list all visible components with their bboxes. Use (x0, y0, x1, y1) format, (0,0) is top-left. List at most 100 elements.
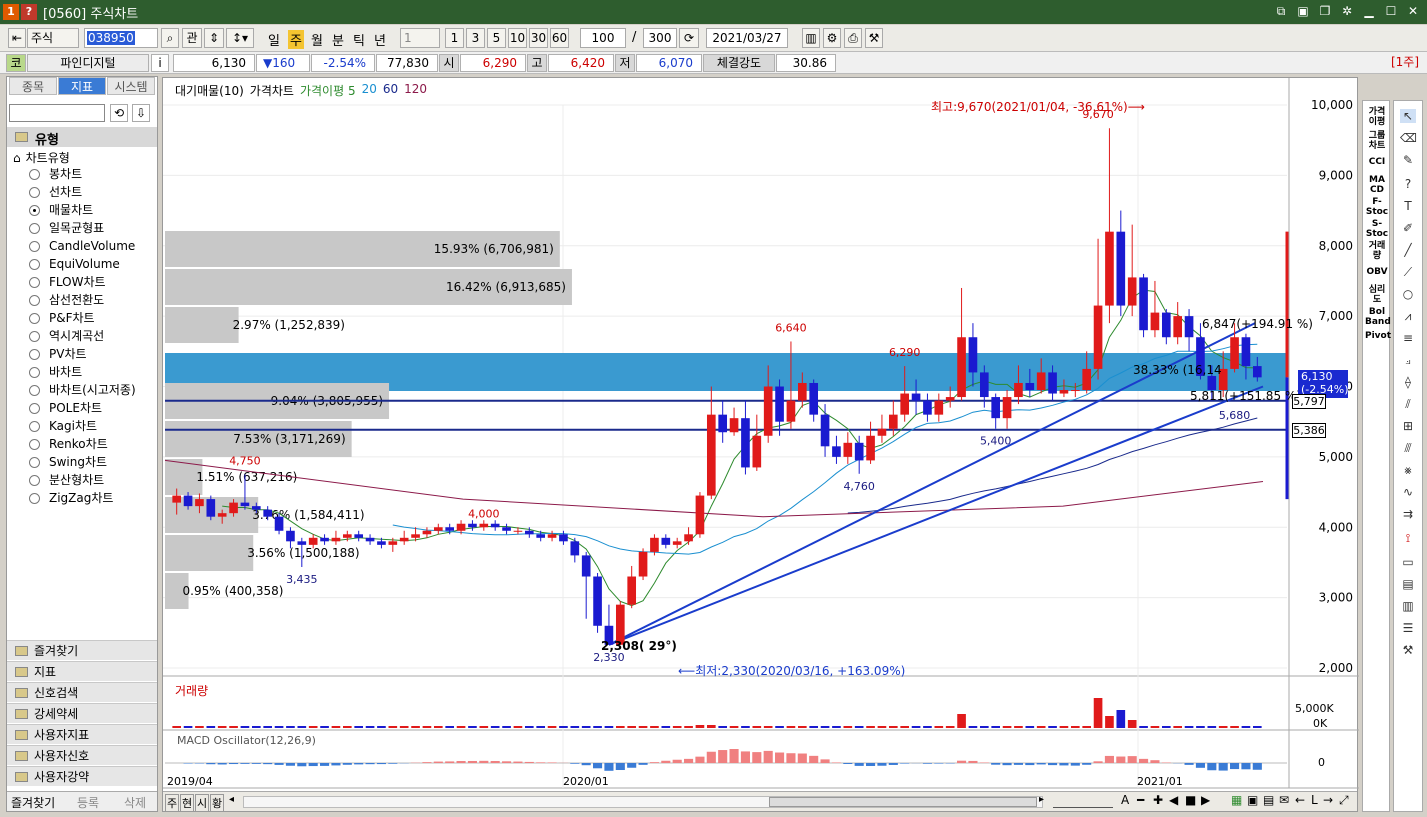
play-icon[interactable]: ▶ (1201, 793, 1210, 807)
period-minute[interactable]: 분 (332, 30, 344, 49)
radio-button[interactable] (29, 493, 40, 504)
radio-button[interactable] (29, 241, 40, 252)
print-icon[interactable]: ⎙ (844, 28, 862, 48)
footer-delete[interactable]: 삭제 (124, 794, 146, 811)
tab-system[interactable]: 시스템 (107, 77, 155, 95)
period-tick[interactable]: 틱 (353, 30, 365, 49)
grid-icon[interactable]: ⊞ (1400, 419, 1416, 433)
chart-area[interactable]: 10,0009,0008,0007,0006,0005,0004,0003,00… (162, 77, 1359, 812)
indicator-search-input[interactable] (9, 104, 105, 122)
period-week[interactable]: 주 (288, 30, 304, 49)
footer-favorites[interactable]: 즐겨찾기 (11, 794, 55, 811)
list-icon[interactable]: ☰ (1400, 621, 1416, 635)
chart-type-item[interactable]: PV차트 (29, 346, 87, 363)
obv-button[interactable]: OBV (1365, 267, 1389, 277)
section-item[interactable]: 신호검색 (7, 682, 157, 702)
cursor-icon[interactable]: ↖ (1400, 109, 1416, 123)
stepper-icon[interactable]: ↕▾ (226, 28, 254, 48)
cci-button[interactable]: CCI (1365, 157, 1389, 167)
eraser-icon[interactable]: ⌫ (1400, 131, 1417, 145)
chart-type-item[interactable]: 봉차트 (29, 166, 82, 183)
channel-icon[interactable]: ⫽ (1400, 397, 1416, 411)
group-chart-button[interactable]: 그룹 차트 (1365, 131, 1389, 151)
legend-ma5[interactable]: 가격이평 5 (300, 82, 356, 99)
gwan-button[interactable]: 관 (182, 28, 202, 48)
close-icon[interactable]: ✕ (1405, 3, 1421, 19)
bottom-tab-2[interactable]: 현 (180, 794, 195, 812)
bar-chart-icon[interactable]: ▥ (1400, 599, 1416, 613)
code-input[interactable]: 038950 (84, 28, 158, 48)
expand-icon[interactable]: ⤢ (1339, 793, 1349, 808)
chart-type-item[interactable]: P&F차트 (29, 310, 95, 327)
tab-stocks[interactable]: 종목 (9, 77, 57, 95)
chart-type-item[interactable]: 바차트(시고저종) (29, 382, 136, 399)
legend-ma120[interactable]: 120 (404, 82, 427, 99)
maximize-icon[interactable]: ☐ (1383, 3, 1399, 19)
wave-icon[interactable]: ∿ (1400, 485, 1416, 499)
section-item[interactable]: 지표 (7, 661, 157, 681)
radio-button[interactable] (29, 169, 40, 180)
radio-button[interactable] (29, 367, 40, 378)
zoom-slider[interactable] (1053, 794, 1113, 808)
legend-ma60[interactable]: 60 (383, 82, 398, 99)
radio-button[interactable] (29, 187, 40, 198)
pen-icon[interactable]: ✐ (1400, 221, 1416, 235)
fan-icon[interactable]: ⟠ (1400, 375, 1416, 389)
tree-root[interactable]: ⌂ 차트유형 (13, 149, 70, 166)
window-icon[interactable]: ▭ (1400, 555, 1416, 569)
chart-type-item[interactable]: CandleVolume (29, 238, 135, 255)
bottom-tab-4[interactable]: 황 (210, 794, 225, 812)
tab-indicators[interactable]: 지표 (58, 77, 106, 95)
radio-button[interactable] (29, 475, 40, 486)
all-icon[interactable]: ✎ (1400, 153, 1416, 167)
section-item[interactable]: 사용자강약 (7, 766, 157, 786)
settings-icon[interactable]: ✲ (1339, 3, 1355, 19)
refresh-icon[interactable]: ⟲ (110, 104, 128, 122)
section-item[interactable]: 강세약세 (7, 703, 157, 723)
forward-icon[interactable]: → (1323, 793, 1333, 807)
radio-button[interactable] (29, 457, 40, 468)
interval-1[interactable]: 1 (445, 28, 464, 48)
macd-button[interactable]: MA CD (1365, 175, 1389, 195)
bottom-tab-1[interactable]: 주 (165, 794, 180, 812)
chart-type-item[interactable]: 바차트 (29, 364, 82, 381)
chart-type-item[interactable]: Renko차트 (29, 436, 108, 453)
market-select[interactable]: 주식 (27, 28, 79, 48)
scrollbar-thumb[interactable] (769, 797, 1037, 807)
radio-button[interactable] (29, 403, 40, 414)
tools-icon[interactable]: ⚒ (865, 28, 883, 48)
fstoc-button[interactable]: F- Stoc (1365, 197, 1389, 217)
radio-button[interactable] (29, 349, 40, 360)
legend-price[interactable]: 가격차트 (250, 82, 294, 99)
radio-button[interactable] (29, 313, 40, 324)
excel-icon[interactable]: ▦ (1231, 793, 1242, 807)
interval-select[interactable]: 1 (400, 28, 440, 48)
font-icon[interactable]: A (1121, 793, 1129, 807)
wrench-icon[interactable]: ⚒ (1400, 643, 1416, 657)
arrows-icon[interactable]: ⇉ (1400, 507, 1416, 521)
circle-icon[interactable]: ○ (1400, 287, 1416, 301)
chart-type-item[interactable]: 역시계곡선 (29, 328, 104, 345)
horizontal-scrollbar[interactable] (243, 796, 1043, 808)
window-badge-1[interactable]: 1 (3, 4, 19, 20)
section-header[interactable]: 유형 (7, 127, 157, 148)
document-icon[interactable]: ▤ (1400, 577, 1416, 591)
chart-type-item[interactable]: 일목균형표 (29, 220, 104, 237)
image-icon[interactable]: ▤ (1263, 793, 1274, 807)
date-input[interactable]: 2021/03/27 (706, 28, 788, 48)
interval-5[interactable]: 5 (487, 28, 506, 48)
chart-type-item[interactable]: 삼선전환도 (29, 292, 104, 309)
first-icon[interactable]: ⇤ (8, 28, 26, 48)
interval-30[interactable]: 30 (529, 28, 548, 48)
radio-button[interactable] (29, 331, 40, 342)
cross-lines-icon[interactable]: ⨳ (1400, 463, 1416, 477)
legend-volume-profile[interactable]: 대기매물(10) (175, 82, 244, 99)
parallel-icon[interactable]: ⫻ (1400, 441, 1416, 455)
sstoc-button[interactable]: S- Stoc (1365, 219, 1389, 239)
rewind-icon[interactable]: ◀ (1169, 793, 1178, 807)
section-item[interactable]: 즐겨찾기 (7, 640, 157, 660)
interval-10[interactable]: 10 (508, 28, 527, 48)
interval-3[interactable]: 3 (466, 28, 485, 48)
period-day[interactable]: 일 (268, 30, 280, 49)
zoom-out-icon[interactable]: ━ (1137, 793, 1144, 807)
